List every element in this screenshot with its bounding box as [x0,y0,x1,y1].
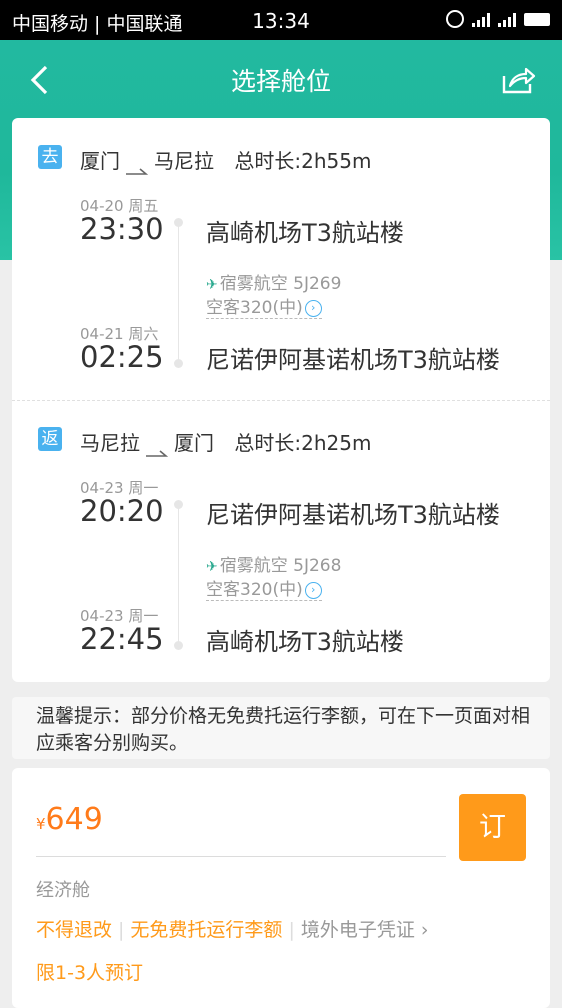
notice-box: 温馨提示：部分价格无免费托运行李额，可在下一页面对相应乘客分别购买。 [12,697,550,759]
signal-4g-icon [498,11,516,27]
chevron-right-icon: › [420,919,429,941]
outbound-route: 厦门 马尼拉 总时长:2h55m [80,145,372,175]
arrival-time: 02:25 [80,340,164,374]
divider [12,400,550,401]
page-title: 选择舱位 [230,67,331,96]
fare-card: ¥649 订 经济舱 不得退改 | 无免费托运行李额 | 境外电子凭证 › 限1-3人预订 [12,768,550,1008]
airline: ✈ 宿雾航空 5J269 [206,274,342,294]
timeline-dot [174,641,183,650]
departure-time: 23:30 [80,212,164,246]
rule-tag: 无免费托运行李额 [130,919,283,941]
chevron-circle-right-icon: › [304,299,322,317]
airline-logo-icon: ✈ [206,559,218,575]
from-city: 马尼拉 [80,431,140,455]
arrival-time: 22:45 [80,622,164,656]
aircraft-model[interactable]: 空客320(中) › [206,575,322,601]
status-icons [446,10,550,28]
to-city: 马尼拉 [154,149,214,173]
battery-icon [524,12,550,26]
chevron-circle-right-icon: › [304,581,322,599]
return-tag: 返 [38,427,62,451]
timeline [178,504,179,644]
duration: 总时长:2h25m [234,431,372,455]
cabin-class: 经济舱 [36,880,90,901]
rule-tag: 不得退改 [36,919,113,941]
status-bar: 中国移动 | 中国联通 13:34 [0,0,562,40]
arrow-right-icon [146,440,169,457]
aircraft-model[interactable]: 空客320(中) › [206,293,322,319]
timeline-dot [174,218,183,227]
timeline-dot [174,359,183,368]
airline-logo-icon: ✈ [206,277,218,293]
book-button[interactable]: 订 [459,794,526,861]
arrival-airport: 高崎机场T3航站楼 [206,628,404,656]
booking-limit: 限1-3人预订 [36,962,144,984]
duration: 总时长:2h55m [234,149,372,173]
timeline-dot [174,500,183,509]
departure-time: 20:20 [80,494,164,528]
signal-icon [472,11,490,27]
timeline [178,222,179,362]
arrow-right-icon [126,158,149,175]
divider [36,856,446,857]
fare-rules[interactable]: 不得退改 | 无免费托运行李额 | 境外电子凭证 › [36,915,428,942]
arrival-airport: 尼诺伊阿基诺机场T3航站楼 [206,346,500,374]
price: ¥649 [36,802,103,837]
share-icon[interactable] [500,64,536,96]
airline: ✈ 宿雾航空 5J268 [206,556,342,576]
return-route: 马尼拉 厦门 总时长:2h25m [80,427,372,457]
notice-text: 温馨提示：部分价格无免费托运行李额，可在下一页面对相应乘客分别购买。 [36,705,531,754]
voucher-tag: 境外电子凭证 [300,919,415,941]
from-city: 厦门 [80,149,120,173]
departure-airport: 高崎机场T3航站楼 [206,219,404,247]
alarm-icon [446,10,464,28]
to-city: 厦门 [174,431,214,455]
outbound-tag: 去 [38,145,62,169]
flight-card: 去 厦门 马尼拉 总时长:2h55m 04-20 周五 23:30 高崎机场T3航… [12,118,550,682]
departure-airport: 尼诺伊阿基诺机场T3航站楼 [206,501,500,529]
